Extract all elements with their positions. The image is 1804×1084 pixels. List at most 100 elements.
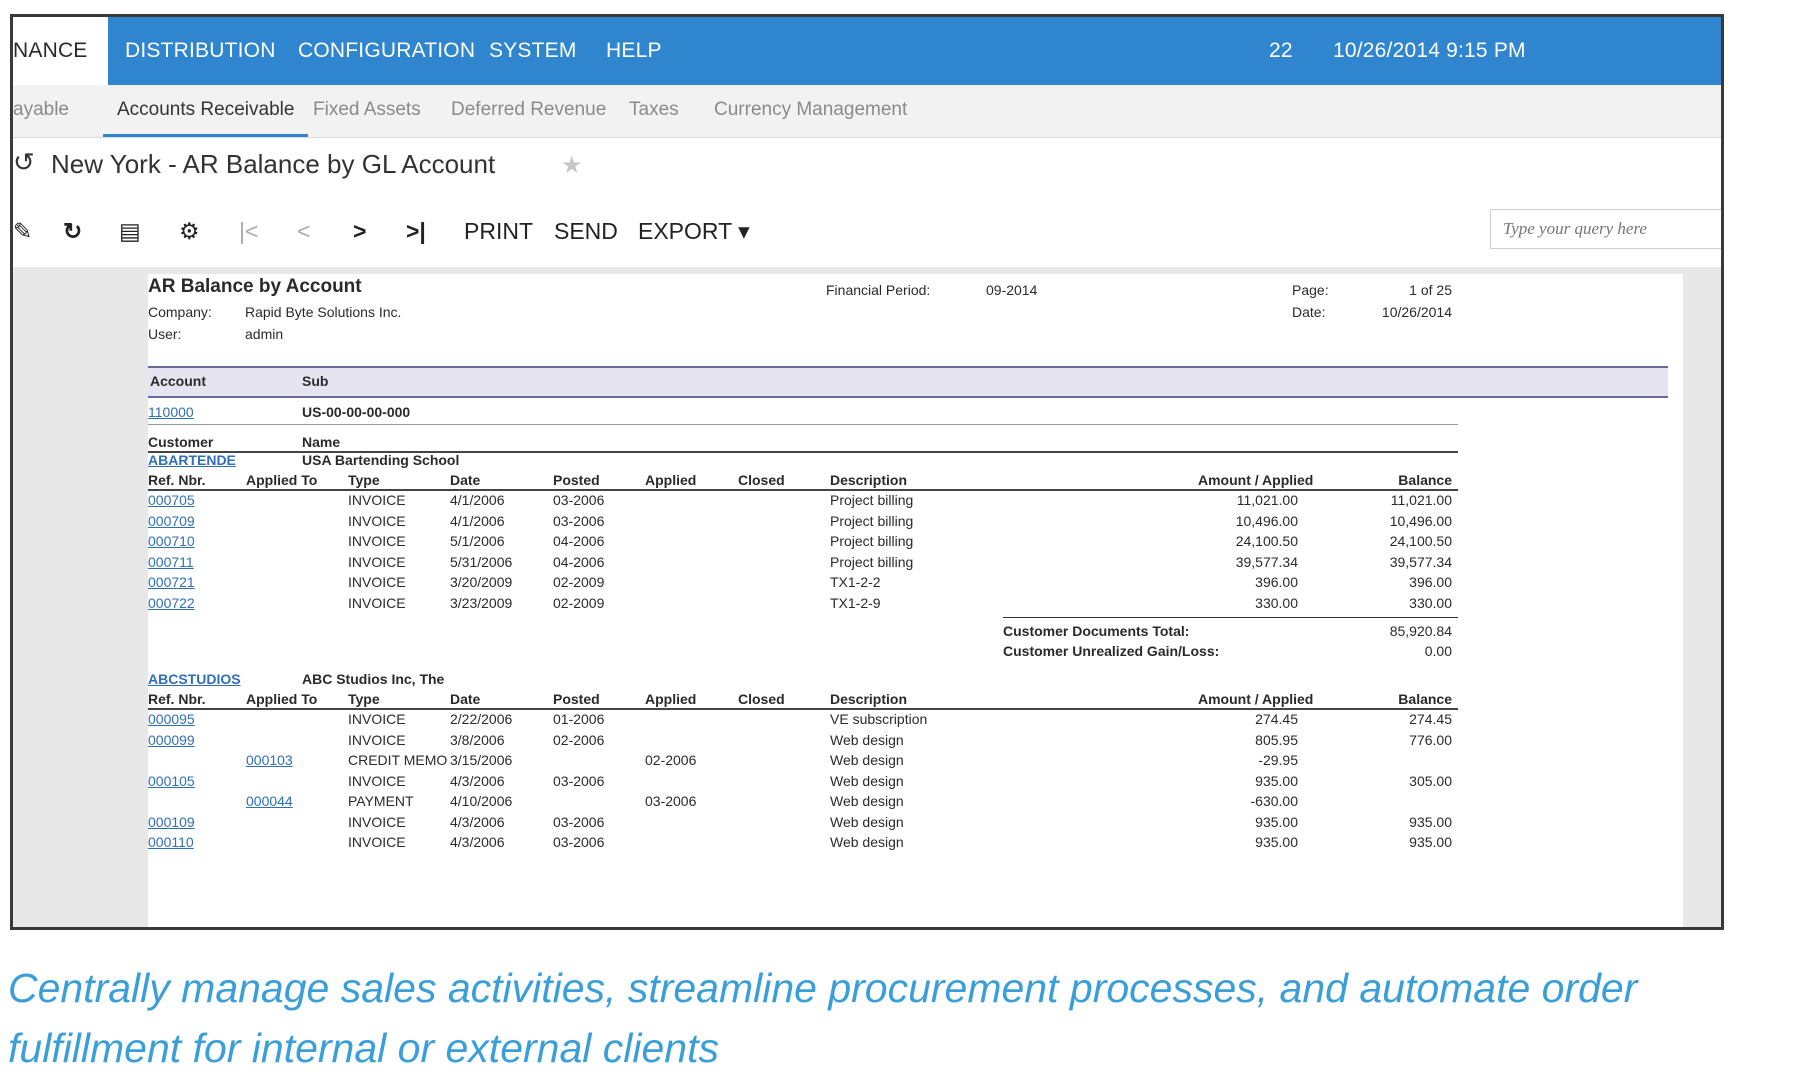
nav-help[interactable]: HELP xyxy=(606,17,662,85)
edit-icon[interactable]: ✎ xyxy=(13,211,32,251)
cell-balance: 776.00 xyxy=(1409,731,1452,748)
table-row: 000705 INVOICE 4/1/2006 03-2006 Project bill… xyxy=(148,492,1458,513)
cell-ref-nbr[interactable]: 000109 xyxy=(148,814,195,830)
subnav-accounts-receivable[interactable]: Accounts Receivable xyxy=(103,85,309,137)
next-page-icon[interactable]: > xyxy=(353,211,366,251)
send-button[interactable]: SEND xyxy=(554,211,618,251)
cell-ref-nbr[interactable]: 000721 xyxy=(148,574,195,590)
previous-page-icon[interactable]: < xyxy=(297,211,310,251)
back-icon[interactable]: ↺ xyxy=(13,147,35,178)
cell-amount-applied: 11,021.00 xyxy=(1236,492,1298,508)
table-row: 000103 CREDIT MEMO 3/15/2006 02-2006 Web des… xyxy=(148,752,1458,773)
settings-icon[interactable]: ⚙ xyxy=(179,211,200,251)
nav-finance[interactable]: NANCE xyxy=(13,17,108,85)
cell-type: INVOICE xyxy=(348,834,406,850)
cell-type: INVOICE xyxy=(348,553,406,570)
cell-amount-applied: 330.00 xyxy=(1255,594,1298,611)
cell-description: TX1-2-9 xyxy=(830,594,881,611)
export-button[interactable]: EXPORT ▾ xyxy=(638,211,750,251)
column-header-ref-nbr: Ref. Nbr. xyxy=(148,472,206,488)
cell-ref-nbr[interactable]: 000705 xyxy=(148,492,195,508)
report-view-icon[interactable]: ▤ xyxy=(119,211,141,251)
cell-ref-nbr[interactable]: 000095 xyxy=(148,711,195,727)
subnav-currency-management[interactable]: Currency Management xyxy=(714,85,907,137)
cell-amount-applied: 396.00 xyxy=(1255,574,1298,590)
page-title: New York - AR Balance by GL Account xyxy=(51,149,496,179)
cell-amount-applied: -630.00 xyxy=(1250,793,1298,809)
subnav-payable[interactable]: ayable xyxy=(13,85,69,137)
account-link[interactable]: 110000 xyxy=(148,404,194,420)
refresh-icon[interactable]: ↻ xyxy=(63,211,82,251)
cell-amount-applied: 805.95 xyxy=(1255,731,1298,748)
cell-amount-applied: 39,577.34 xyxy=(1235,553,1298,570)
last-page-icon[interactable]: >| xyxy=(406,211,426,251)
cell-ref-nbr[interactable]: 000711 xyxy=(148,554,194,570)
subnav-deferred-revenue[interactable]: Deferred Revenue xyxy=(451,85,606,137)
table-row: 000105 INVOICE 4/3/2006 03-2006 Web design 93… xyxy=(148,773,1458,794)
period-value: 09-2014 xyxy=(986,282,1038,298)
search-input[interactable] xyxy=(1490,209,1721,249)
report-page: AR Balance by Account Company: Rapid Byt… xyxy=(148,274,1683,927)
cell-description: Project billing xyxy=(830,492,914,508)
customer-id-link[interactable]: ABCSTUDIOS xyxy=(148,671,241,687)
cell-applied-to[interactable]: 000103 xyxy=(246,752,293,768)
nav-distribution[interactable]: DISTRIBUTION xyxy=(125,17,276,85)
cell-posted: 02-2009 xyxy=(553,574,605,590)
cell-date: 3/15/2006 xyxy=(450,752,513,768)
docs-total-label: Customer Documents Total: xyxy=(1003,623,1190,639)
nav-configuration[interactable]: CONFIGURATION xyxy=(298,17,475,85)
user-label: User: xyxy=(148,326,182,342)
date-label: Date: xyxy=(1292,304,1326,320)
page-value: 1 of 25 xyxy=(1409,282,1452,298)
customer-id-link[interactable]: ABARTENDE xyxy=(148,452,236,468)
cell-ref-nbr[interactable]: 000722 xyxy=(148,595,195,611)
cell-balance: 274.45 xyxy=(1409,711,1452,727)
cell-description: Project billing xyxy=(830,553,914,570)
subnav-fixed-assets[interactable]: Fixed Assets xyxy=(313,85,421,137)
favorite-star-icon[interactable]: ★ xyxy=(561,151,583,180)
cell-description: Web design xyxy=(830,752,904,768)
nav-system[interactable]: SYSTEM xyxy=(489,17,577,85)
sub-nav: ayable Accounts Receivable Fixed Assets … xyxy=(13,85,1721,138)
cell-ref-nbr[interactable]: 000709 xyxy=(148,513,195,529)
cell-ref-nbr[interactable]: 000105 xyxy=(148,773,195,789)
cell-ref-nbr[interactable]: 000710 xyxy=(148,533,195,549)
cell-description: Web design xyxy=(830,793,904,809)
column-header-applied: Applied xyxy=(645,472,697,488)
subnav-taxes[interactable]: Taxes xyxy=(629,85,679,137)
column-header-balance: Balance xyxy=(1398,472,1452,488)
table-row: 000099 INVOICE 3/8/2006 02-2006 Web design 80… xyxy=(148,732,1458,753)
current-datetime: 10/26/2014 9:15 PM xyxy=(1333,39,1526,62)
screen-title-bar: ↺ New York - AR Balance by GL Account ★ xyxy=(13,137,1721,201)
column-header-applied-to: Applied To xyxy=(246,472,318,488)
cell-date: 5/1/2006 xyxy=(450,533,505,549)
notification-count[interactable]: 22 xyxy=(1269,17,1293,85)
first-page-icon[interactable]: |< xyxy=(239,211,258,251)
column-header-closed: Closed xyxy=(738,691,785,707)
table-row: 000709 INVOICE 4/1/2006 03-2006 Project bill… xyxy=(148,513,1458,534)
app-window: NANCE DISTRIBUTION CONFIGURATION SYSTEM … xyxy=(10,14,1724,930)
print-button[interactable]: PRINT xyxy=(464,211,533,251)
cell-type: INVOICE xyxy=(348,492,406,508)
column-header-description: Description xyxy=(830,691,908,707)
cell-balance: 39,577.34 xyxy=(1389,553,1452,570)
cell-ref-nbr[interactable]: 000110 xyxy=(148,834,194,850)
sub-value: US-00-00-00-000 xyxy=(302,404,411,420)
top-nav: NANCE DISTRIBUTION CONFIGURATION SYSTEM … xyxy=(13,17,1721,85)
column-header-posted: Posted xyxy=(553,691,600,707)
cell-amount-applied: 10,496.00 xyxy=(1235,512,1298,529)
divider xyxy=(148,708,1458,710)
cell-date: 4/1/2006 xyxy=(450,492,505,508)
cell-date: 5/31/2006 xyxy=(450,553,513,570)
cell-description: Project billing xyxy=(830,533,914,549)
cell-applied-to[interactable]: 000044 xyxy=(246,793,293,809)
cell-applied: 03-2006 xyxy=(645,793,697,809)
table-row: 000109 INVOICE 4/3/2006 03-2006 Web design 93… xyxy=(148,814,1458,835)
cell-balance: 11,021.00 xyxy=(1390,492,1452,508)
cell-posted: 03-2006 xyxy=(553,492,605,508)
report-viewer[interactable]: AR Balance by Account Company: Rapid Byt… xyxy=(13,267,1721,927)
column-header-amount-applied: Amount / Applied xyxy=(1198,691,1314,707)
cell-balance: 935.00 xyxy=(1409,813,1452,830)
customer-name: USA Bartending School xyxy=(302,452,460,468)
cell-ref-nbr[interactable]: 000099 xyxy=(148,732,195,748)
